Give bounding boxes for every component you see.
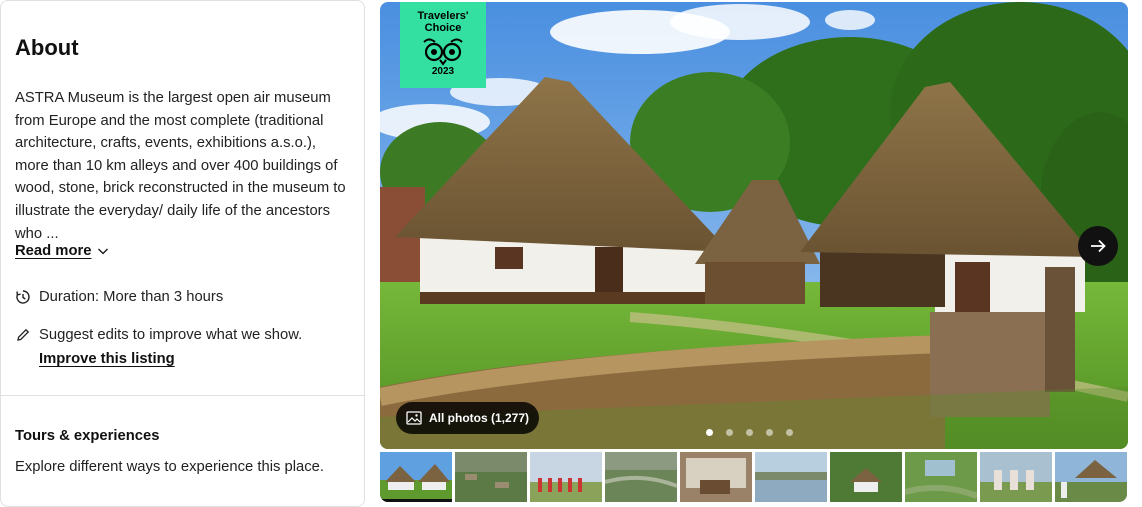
thumbnail-image xyxy=(1055,452,1127,502)
thumbnail[interactable] xyxy=(530,452,602,502)
thumbnail-image xyxy=(755,452,827,502)
travelers-choice-badge: Travelers' Choice 2023 xyxy=(400,2,486,88)
carousel-dot[interactable] xyxy=(766,429,773,436)
main-photo[interactable]: Travelers' Choice 2023 All photos (1,277… xyxy=(380,2,1128,449)
suggest-row: Suggest edits to improve what we show. xyxy=(15,327,302,343)
arrow-right-icon xyxy=(1091,239,1106,253)
thumbnail[interactable] xyxy=(980,452,1052,502)
all-photos-button[interactable]: All photos (1,277) xyxy=(396,402,540,434)
thumbnail-image xyxy=(380,452,452,502)
improve-listing-link[interactable]: Improve this listing xyxy=(39,351,175,367)
badge-line1: Travelers' xyxy=(417,10,469,22)
thumbnail[interactable] xyxy=(455,452,527,502)
tours-title: Tours & experiences xyxy=(15,428,160,444)
carousel-dot[interactable] xyxy=(726,429,733,436)
thumbnail[interactable] xyxy=(680,452,752,502)
carousel-dots xyxy=(706,429,793,436)
duration-row: Duration: More than 3 hours xyxy=(15,289,223,305)
thumbnail-image xyxy=(830,452,902,502)
carousel-dot[interactable] xyxy=(706,429,713,436)
clock-icon xyxy=(16,290,30,304)
next-photo-button[interactable] xyxy=(1078,226,1118,266)
thumbnail-image xyxy=(680,452,752,502)
read-more-label: Read more xyxy=(15,243,92,259)
carousel-dot[interactable] xyxy=(786,429,793,436)
thumbnail-image xyxy=(530,452,602,502)
chevron-down-icon xyxy=(98,248,109,255)
museum-photo xyxy=(380,2,1128,449)
badge-line2: Choice xyxy=(424,22,462,34)
image-icon xyxy=(406,411,422,425)
duration-text: Duration: More than 3 hours xyxy=(39,289,224,305)
divider xyxy=(1,395,364,396)
tours-description: Explore different ways to experience thi… xyxy=(15,459,324,475)
thumbnail[interactable] xyxy=(830,452,902,502)
carousel-dot[interactable] xyxy=(746,429,753,436)
thumbnail-image xyxy=(980,452,1052,502)
about-description: ASTRA Museum is the largest open air mus… xyxy=(15,90,346,242)
thumbnail-image xyxy=(905,452,977,502)
all-photos-label: All photos (1,277) xyxy=(429,411,530,425)
badge-year: 2023 xyxy=(431,66,455,77)
thumbnail-strip xyxy=(380,452,1128,502)
about-card: About ASTRA Museum is the largest open a… xyxy=(0,0,365,507)
owl-logo-icon xyxy=(423,38,463,66)
pencil-icon xyxy=(17,328,30,341)
thumbnail[interactable] xyxy=(1055,452,1127,502)
thumbnail[interactable] xyxy=(905,452,977,502)
thumbnail-image xyxy=(455,452,527,502)
suggest-text: Suggest edits to improve what we show. xyxy=(39,327,303,343)
thumbnail[interactable] xyxy=(605,452,677,502)
thumbnail[interactable] xyxy=(755,452,827,502)
read-more-button[interactable]: Read more xyxy=(15,243,109,259)
thumbnail-image xyxy=(605,452,677,502)
thumbnail[interactable] xyxy=(380,452,452,502)
about-title: About xyxy=(15,35,79,60)
